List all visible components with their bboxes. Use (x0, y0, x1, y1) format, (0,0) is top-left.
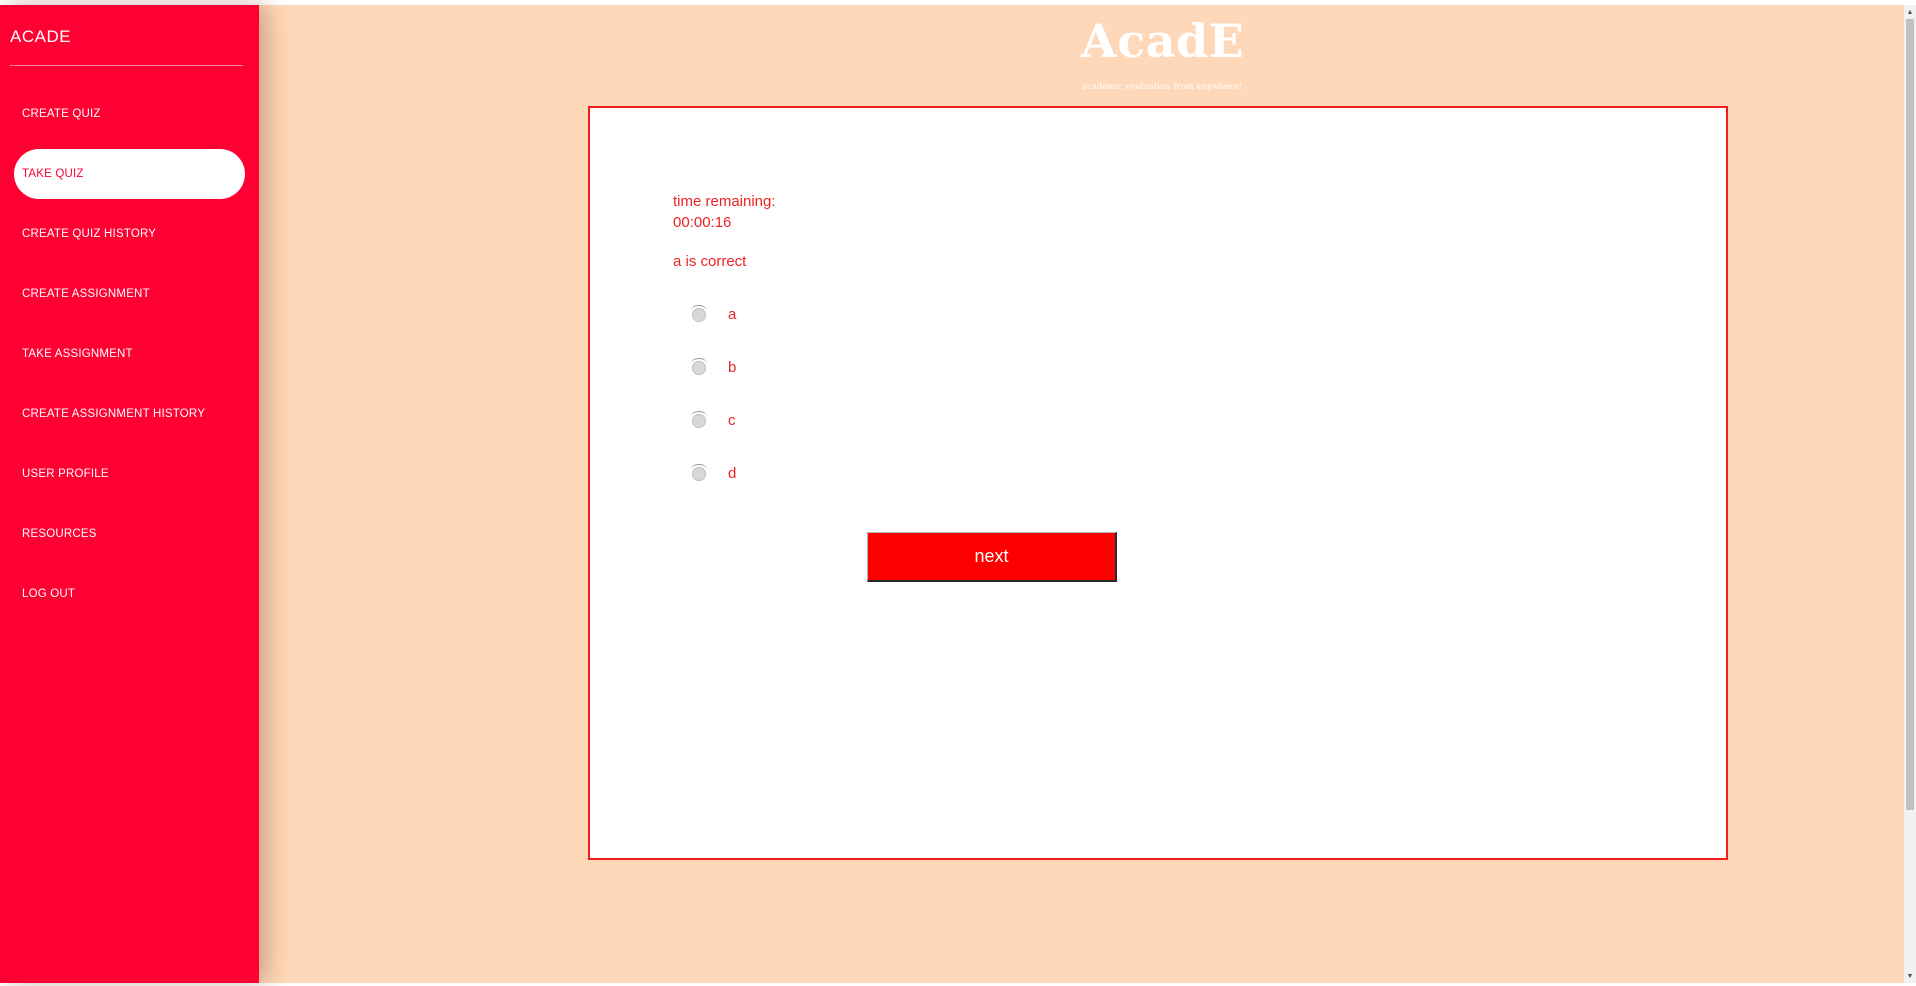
question-text: a is correct (673, 253, 747, 270)
sidebar-divider (10, 65, 243, 66)
quiz-card: time remaining: 00:00:16 a is correct a … (588, 106, 1728, 860)
timer-value: 00:00:16 (673, 214, 732, 231)
sidebar-item-create-assignment[interactable]: CREATE ASSIGNMENT (14, 269, 245, 319)
sidebar-item-take-quiz[interactable]: TAKE QUIZ (14, 149, 245, 199)
app-title: AcadE (1081, 14, 1245, 68)
radio-unchecked-icon[interactable] (691, 304, 707, 322)
sidebar-item-take-assignment[interactable]: TAKE ASSIGNMENT (14, 329, 245, 379)
next-button[interactable]: next (867, 532, 1117, 582)
option-label: c (728, 412, 736, 429)
sidebar-item-create-quiz[interactable]: CREATE QUIZ (14, 89, 245, 139)
answer-options: a b c d (691, 288, 737, 500)
option-b[interactable]: b (691, 341, 737, 394)
triangle-down-icon[interactable]: ▼ (1904, 969, 1916, 983)
triangle-up-icon[interactable]: ▲ (1904, 5, 1916, 19)
sidebar: ACADE CREATE QUIZ TAKE QUIZ CREATE QUIZ … (0, 5, 259, 983)
sidebar-item-resources[interactable]: RESOURCES (14, 509, 245, 559)
top-window-strip (0, 0, 1916, 5)
option-d[interactable]: d (691, 447, 737, 500)
sidebar-item-log-out[interactable]: LOG OUT (14, 569, 245, 619)
timer-label: time remaining: (673, 193, 776, 210)
option-c[interactable]: c (691, 394, 736, 447)
sidebar-item-user-profile[interactable]: USER PROFILE (14, 449, 245, 499)
sidebar-item-create-assignment-history[interactable]: CREATE ASSIGNMENT HISTORY (14, 389, 245, 439)
option-label: a (728, 306, 737, 323)
option-label: b (728, 359, 737, 376)
app-subtitle: academic evaluation from anywhere! (1082, 82, 1242, 92)
radio-unchecked-icon[interactable] (691, 463, 707, 481)
page-scrollbar[interactable]: ▲ ▼ (1904, 5, 1916, 983)
scrollbar-thumb[interactable] (1906, 19, 1914, 810)
sidebar-brand: ACADE (10, 27, 72, 46)
option-label: d (728, 465, 737, 482)
sidebar-nav: CREATE QUIZ TAKE QUIZ CREATE QUIZ HISTOR… (0, 89, 259, 629)
radio-unchecked-icon[interactable] (691, 410, 707, 428)
radio-unchecked-icon[interactable] (691, 357, 707, 375)
sidebar-item-create-quiz-history[interactable]: CREATE QUIZ HISTORY (14, 209, 245, 259)
option-a[interactable]: a (691, 288, 737, 341)
